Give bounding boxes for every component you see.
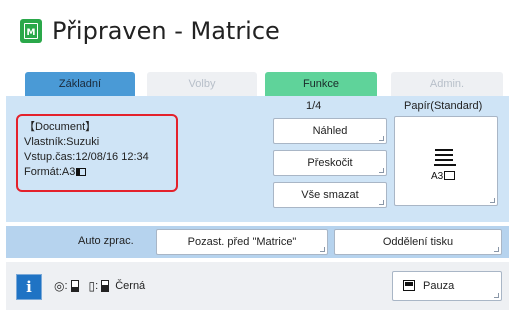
paper-label: Papír(Standard): [404, 100, 483, 112]
tab-basic[interactable]: Základní: [25, 72, 135, 96]
page-counter: 1/4: [306, 100, 322, 112]
main-panel: 【Document】 Vlastník:Suzuki Vstup.čas:12/…: [6, 96, 509, 222]
document-info-box[interactable]: 【Document】 Vlastník:Suzuki Vstup.čas:12/…: [16, 114, 178, 192]
document-format-row: Formát:A3: [24, 165, 170, 180]
consumables-status: ◎: ▯: Černá: [54, 279, 146, 293]
info-button[interactable]: i: [16, 274, 42, 300]
master-roll-icon: ◎: [54, 279, 65, 293]
auto-process-bar: Auto zprac. Pozast. před "Matrice" Odděl…: [6, 226, 509, 258]
master-icon: M: [20, 19, 42, 43]
paper-tray-icon: [434, 149, 456, 169]
ink-bottle-icon: ▯: [88, 279, 96, 293]
document-title: 【Document】: [24, 121, 97, 133]
preview-button[interactable]: Náhled: [273, 118, 387, 144]
tab-functions[interactable]: Funkce: [265, 72, 377, 96]
master-level-gauge: [70, 280, 79, 292]
page-title: Připraven - Matrice: [52, 17, 280, 45]
ink-color: Černá: [115, 280, 146, 292]
paper-orientation-icon: [444, 171, 456, 180]
print-separation-button[interactable]: Oddělení tisku: [334, 229, 502, 255]
paper-size: A3: [431, 171, 456, 182]
pause-button[interactable]: Pauza: [392, 271, 502, 301]
tab-options: Volby: [147, 72, 257, 96]
title-bar: M Připraven - Matrice: [20, 14, 280, 48]
clear-all-button[interactable]: Vše smazat: [273, 182, 387, 208]
landscape-orientation-icon: [76, 168, 87, 176]
skip-button[interactable]: Přeskočit: [273, 150, 387, 176]
auto-process-label: Auto zprac.: [78, 235, 134, 247]
pause-icon: [403, 280, 415, 291]
pause-label: Pauza: [423, 280, 455, 292]
status-bar: i ◎: ▯: Černá Pauza: [6, 262, 509, 310]
document-owner: Vlastník:Suzuki: [24, 136, 100, 148]
paper-button[interactable]: A3: [394, 116, 498, 206]
ink-level-gauge: [101, 280, 110, 292]
document-format: Formát:A3: [24, 166, 76, 178]
pause-before-master-button[interactable]: Pozast. před "Matrice": [156, 229, 328, 255]
document-input-time: Vstup.čas:12/08/16 12:34: [24, 151, 149, 163]
tab-admin: Admin.: [391, 72, 503, 96]
